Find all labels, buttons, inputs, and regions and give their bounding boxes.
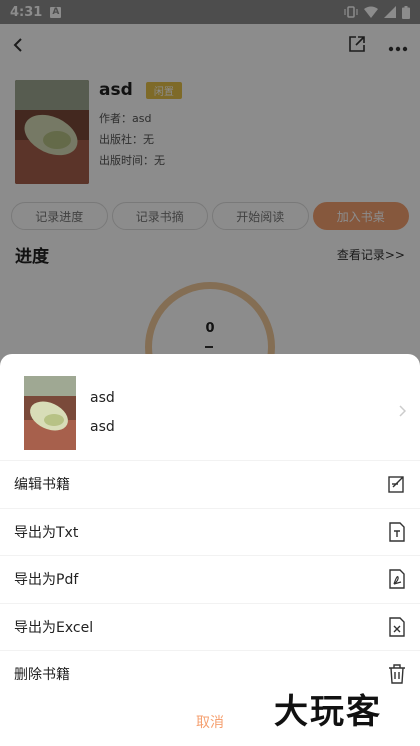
menu-item-label: 导出为Txt [14,524,79,541]
sheet-menu: 编辑书籍 导出为Txt 导出为Pdf 导出为Excel 删除书籍 [0,460,420,698]
menu-item-label: 编辑书籍 [14,477,70,494]
sheet-book-title: asd [90,390,115,406]
menu-item-label: 导出为Excel [14,619,94,636]
chevron-right-icon [399,405,407,421]
sheet-book-author: asd [90,419,115,435]
pdf-file-icon [388,569,406,589]
excel-file-icon [388,617,406,637]
menu-item-edit[interactable]: 编辑书籍 [0,460,420,508]
sheet-book-row[interactable]: asd asd [0,354,420,454]
watermark-logo: 大玩客 [274,692,382,732]
trash-icon [388,664,406,684]
menu-item-export-pdf[interactable]: 导出为Pdf [0,555,420,603]
menu-item-export-txt[interactable]: 导出为Txt [0,507,420,556]
menu-item-label: 导出为Pdf [14,572,79,589]
txt-file-icon [388,522,406,542]
menu-item-export-excel[interactable]: 导出为Excel [0,602,420,651]
edit-icon [388,474,406,494]
menu-item-label: 删除书籍 [14,667,70,684]
sheet-book-cover [24,376,76,450]
